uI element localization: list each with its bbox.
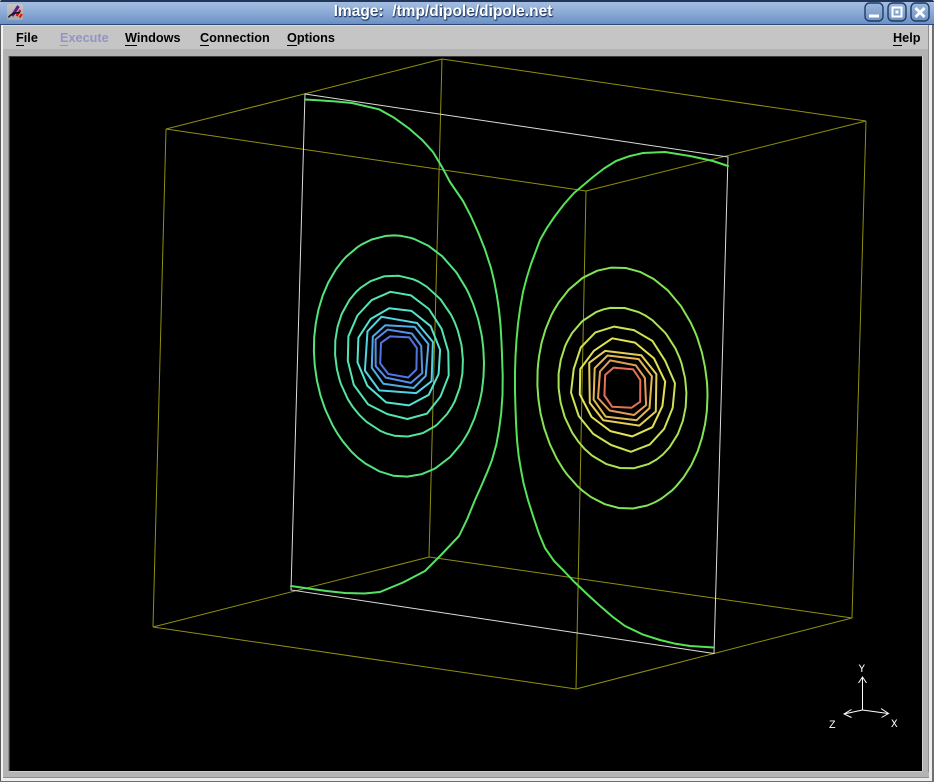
- svg-text:X: X: [891, 719, 898, 731]
- svg-text:Y: Y: [859, 664, 866, 676]
- svg-text:Z: Z: [829, 720, 836, 732]
